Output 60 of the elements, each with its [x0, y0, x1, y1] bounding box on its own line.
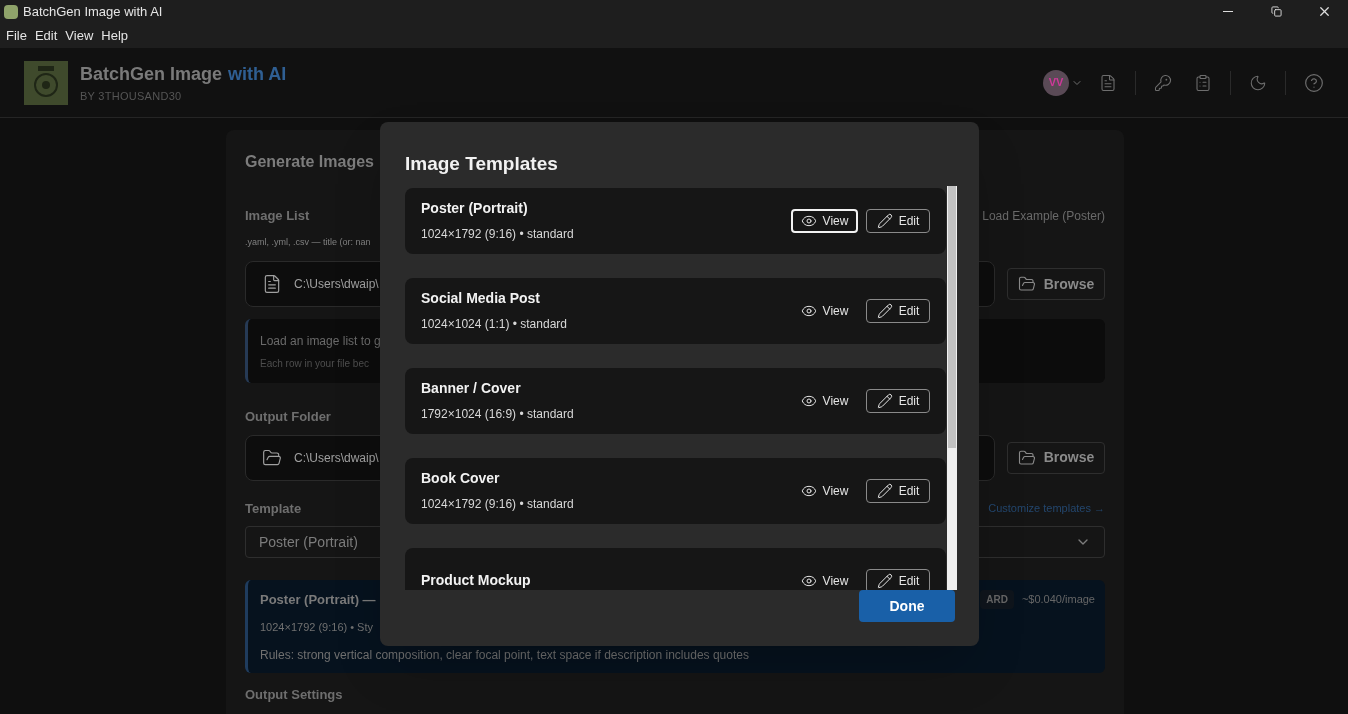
section-title: Output Settings: [245, 686, 343, 704]
minimize-icon: [1223, 11, 1233, 12]
view-button[interactable]: View: [791, 568, 858, 590]
template-name: Banner / Cover: [421, 379, 522, 398]
quality-badge: ARD: [980, 589, 1014, 609]
template-details: 1024×1024 (1:1) • standard: [421, 316, 567, 333]
browse-button[interactable]: Browse: [1007, 441, 1105, 474]
template-details: 1024×1792 (9:16) • standard: [421, 226, 574, 243]
section-title: Generate Images: [245, 152, 374, 172]
menu-item[interactable]: Help: [97, 25, 133, 46]
app-title-accent: with AI: [228, 62, 287, 86]
template-name: Poster (Portrait): [421, 199, 529, 218]
template-name: Social Media Post: [421, 289, 542, 308]
view-button[interactable]: View: [791, 298, 858, 323]
edit-button[interactable]: Edit: [866, 208, 930, 233]
edit-button[interactable]: Edit: [866, 298, 930, 323]
clipboard-icon[interactable]: [1194, 73, 1212, 92]
app-subtitle: BY 3THOUSAND30: [80, 88, 183, 104]
menu-item[interactable]: Edit: [30, 25, 62, 46]
template-details: 1792×1024 (16:9) • standard: [421, 406, 574, 423]
help-icon[interactable]: [1304, 72, 1324, 93]
document-icon: [262, 274, 282, 294]
document-icon[interactable]: [1099, 73, 1117, 92]
edit-button[interactable]: Edit: [866, 388, 930, 413]
menu-item[interactable]: File: [2, 25, 31, 46]
pencil-icon: [876, 392, 893, 409]
restore-icon: [1270, 6, 1282, 17]
summary-title: Poster (Portrait) —: [260, 590, 376, 609]
app-icon: [4, 4, 18, 19]
field-label: Output Folder: [245, 408, 331, 426]
price-text: ~$0.040/image: [1021, 592, 1095, 607]
dialog-title: Image Templates: [405, 152, 559, 176]
done-button[interactable]: Done: [859, 590, 955, 622]
pencil-icon: [876, 482, 893, 499]
folder-icon: [1017, 275, 1036, 293]
menu-item[interactable]: View: [61, 25, 98, 46]
edit-button[interactable]: Edit: [866, 478, 930, 503]
key-icon[interactable]: [1154, 73, 1172, 92]
app-title: BatchGen Image: [80, 62, 223, 86]
browse-button[interactable]: Browse: [1007, 268, 1105, 300]
view-button[interactable]: View: [791, 388, 858, 413]
template-details: 1024×1792 (9:16) • standard: [421, 496, 574, 513]
window-title: BatchGen Image with AI: [23, 2, 163, 21]
field-label: Image List: [245, 207, 310, 225]
template-name: Product Mockup: [421, 571, 531, 590]
view-button[interactable]: View: [791, 478, 858, 503]
pencil-icon: [876, 572, 893, 589]
folder-icon: [262, 447, 282, 468]
moon-icon[interactable]: [1249, 73, 1267, 92]
pencil-icon: [876, 302, 893, 319]
pencil-icon: [876, 212, 893, 229]
folder-icon: [1017, 448, 1036, 467]
view-button[interactable]: View: [791, 208, 858, 233]
field-label: Template: [245, 499, 302, 518]
summary-rules: Rules: strong vertical composition, clear focal point, text space if description includes quotes: [260, 646, 749, 664]
logo-icon: [24, 60, 68, 105]
summary-details: 1024×1792 (9:16) • Sty: [260, 620, 373, 635]
field-hint: .yaml, .yml, .csv — title (or: nan: [245, 235, 371, 249]
info-text: Load an image list to g: [260, 332, 382, 350]
template-name: Book Cover: [421, 469, 501, 488]
